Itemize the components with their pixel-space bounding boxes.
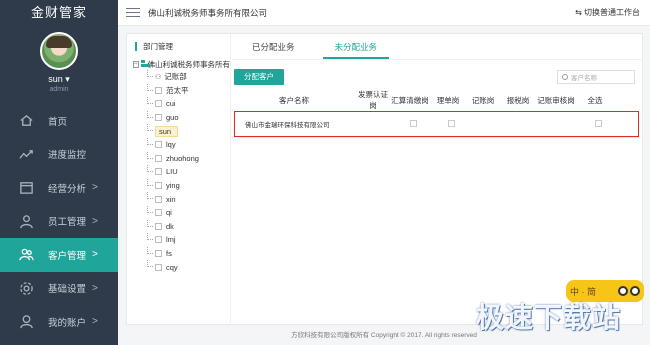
user-icon [155,209,162,217]
department-tree: − 佛山利诚税务师事务所有 ⚇ 记账部 范太平 cui guo sun lqy z… [127,58,230,274]
sidebar-item-customers[interactable]: 客户管理 > [0,238,118,272]
org-icon [140,60,150,68]
sidebar-item-label: 员工管理 [48,217,87,229]
tree-root[interactable]: − 佛山利诚税务师事务所有 [133,58,230,70]
user-icon [155,154,162,162]
divider [234,137,639,138]
tree-item[interactable]: dk [133,219,230,234]
department-title: 部门管理 [127,34,230,58]
mascot-eyes-icon [618,286,640,296]
chevron-right-icon: > [92,316,98,328]
tree-item[interactable]: 范太平 [133,83,230,98]
user-icon [155,250,162,258]
app-brand: 金财管家 [30,5,87,20]
sidebar-item-label: 客户管理 [48,250,87,262]
action-row: 分配客户 客户名称 [232,66,643,88]
company-title: 佛山利诚税务师事务所有限公司 [148,7,268,18]
user-icon [155,182,162,190]
tree-item[interactable]: qi [133,205,230,220]
tree-item[interactable]: lqy [133,137,230,152]
table-header: 客户名称 发票认证岗 汇算清缴岗 理单岗 记账岗 报税岗 记账审核岗 全选 [232,90,643,110]
customer-name: 佛山市金瑞环保科技有限公司 [245,121,330,129]
tree-item[interactable]: ying [133,178,230,193]
sidebar-item-staff[interactable]: 员工管理 > [0,205,118,239]
tree-item[interactable]: zhuohong [133,151,230,166]
sidebar-item-settings[interactable]: 基础设置 > [0,272,118,306]
tree-item[interactable]: LIU [133,165,230,179]
row-checkbox[interactable] [409,119,417,127]
collapse-icon[interactable]: − [133,60,139,68]
column-header: 理单岗 [436,95,460,105]
tree-item[interactable]: cqy [133,260,230,274]
main-panel: 部门管理 − 佛山利诚税务师事务所有 ⚇ 记账部 范太平 cui guo sun … [126,33,643,326]
column-header: 报税岗 [506,95,530,105]
home-icon [18,113,34,129]
switch-workbench-button[interactable]: ⇆ 切换普通工作台 [575,7,640,18]
tree-item[interactable]: cui [133,97,230,111]
user-icon [155,114,162,122]
sidebar-item-label: 进度监控 [48,150,87,162]
user-icon [155,86,162,94]
account-icon [18,314,34,330]
tree-item-selected[interactable]: sun [133,124,230,138]
column-header: 汇算清缴岗 [391,95,429,105]
chevron-right-icon: > [92,182,98,194]
tree-item[interactable]: guo [133,110,230,125]
tree-item-department[interactable]: ⚇ 记账部 [133,70,230,84]
sidebar-item-home[interactable]: 首页 [0,104,118,138]
calendar-icon [18,180,34,196]
tab-unassigned[interactable]: 未分配业务 [322,34,390,59]
top-bar: 佛山利诚税务师事务所有限公司 ⇆ 切换普通工作台 [118,0,650,26]
table-row[interactable]: 佛山市金瑞环保科技有限公司 [235,112,638,135]
sidebar-item-label: 经营分析 [48,183,87,195]
sidebar-nav: 首页 进度监控 经营分析 > 员工管理 > 客户管理 > 基础设置 > 我的账户… [0,104,118,339]
sidebar-item-label: 我的账户 [48,317,87,329]
user-menu[interactable]: sun ▾ [0,74,118,85]
row-checkbox[interactable] [447,119,455,127]
trend-icon [18,146,34,162]
user-icon [155,141,162,149]
chevron-right-icon: > [92,215,98,227]
sidebar: 金财管家 sun ▾ admin 首页 进度监控 经营分析 > 员工管理 > 客… [0,0,118,345]
search-input[interactable]: 客户名称 [557,70,635,84]
tab-assigned[interactable]: 已分配业务 [240,34,307,59]
sidebar-item-label: 首页 [48,116,68,128]
sidebar-item-analysis[interactable]: 经营分析 > [0,171,118,205]
user-icon [155,236,162,244]
tree-item[interactable]: lmj [133,233,230,247]
person-icon [18,213,34,229]
column-header: 客户名称 [279,95,309,105]
tree-item[interactable]: xin [133,192,230,206]
group-icon [18,247,34,263]
select-all-header[interactable]: 全选 [576,95,614,106]
assign-customer-button[interactable]: 分配客户 [234,69,284,85]
search-placeholder: 客户名称 [571,75,597,82]
department-panel: 部门管理 − 佛山利诚税务师事务所有 ⚇ 记账部 范太平 cui guo sun … [127,34,231,326]
user-icon [155,168,162,176]
user-icon [155,263,162,271]
highlighted-row-frame: 佛山市金瑞环保科技有限公司 [234,111,639,137]
chevron-right-icon: > [92,282,98,294]
user-role: admin [49,86,69,93]
org-icon: ⚇ [155,73,162,81]
column-header: 记账审核岗 [537,95,575,105]
search-icon [562,74,568,80]
column-header: 记账岗 [471,95,495,105]
sidebar-item-account[interactable]: 我的账户 > [0,305,118,339]
tree-root-label: 佛山利诚税务师事务所有 [147,59,231,69]
sidebar-item-label: 基础设置 [48,284,87,296]
column-header: 发票认证岗 [358,90,388,110]
tab-bar: 已分配业务 未分配业务 [232,34,643,60]
user-icon [155,222,162,230]
chevron-right-icon: > [92,249,98,261]
sidebar-item-progress[interactable]: 进度监控 [0,138,118,172]
avatar[interactable] [40,32,78,70]
gear-icon [18,280,34,296]
watermark-text: 极速下载站 [476,302,622,333]
user-icon [155,100,162,108]
user-icon [155,195,162,203]
menu-toggle-icon[interactable] [126,7,140,18]
row-select-checkbox[interactable] [594,119,602,127]
tree-item[interactable]: fs [133,246,230,261]
